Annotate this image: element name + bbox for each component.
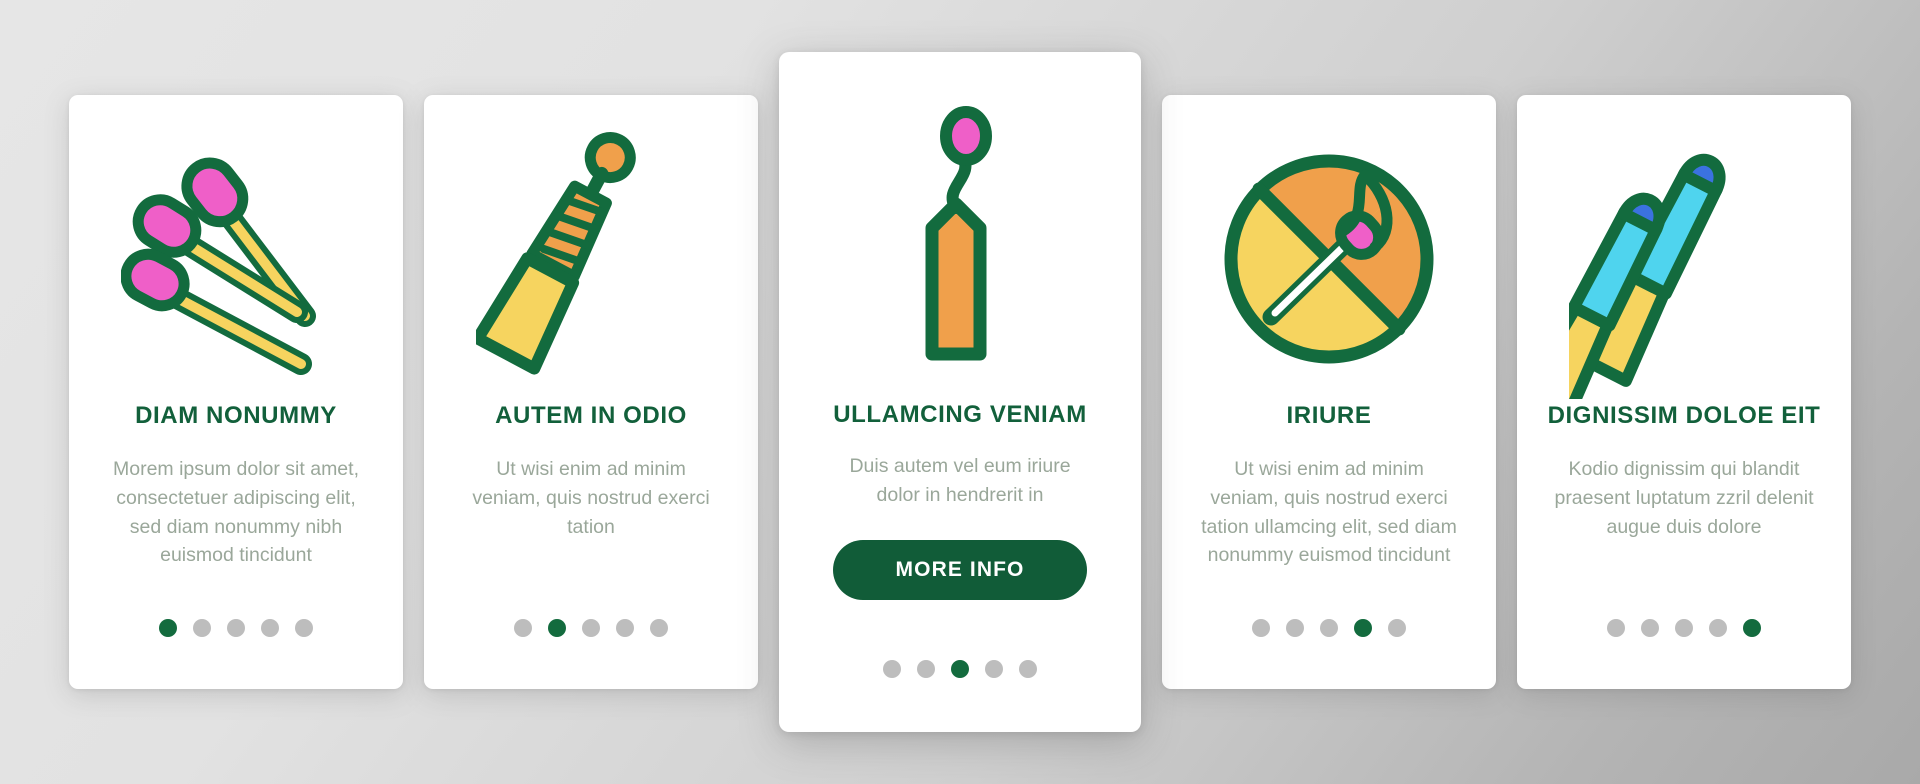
pagination-dot-1[interactable] — [1252, 619, 1270, 637]
card-title: AUTEM IN ODIO — [495, 402, 687, 429]
pagination-dot-4-active[interactable] — [1354, 619, 1372, 637]
two-blue-matches-icon — [1535, 119, 1833, 399]
pagination-dot-5[interactable] — [650, 619, 668, 637]
pagination-dot-5[interactable] — [295, 619, 313, 637]
card-description: Morem ipsum dolor sit amet, consectetuer… — [113, 458, 359, 567]
pagination-dot-1-active[interactable] — [159, 619, 177, 637]
onboarding-card-2: AUTEM IN ODIO Ut wisi enim ad minim venia… — [424, 95, 758, 689]
pagination-dot-2[interactable] — [193, 619, 211, 637]
card-title: DIGNISSIM DOLOE EIT — [1547, 402, 1821, 429]
onboarding-card-4: IRIURE Ut wisi enim ad minim veniam, quis… — [1162, 95, 1496, 689]
pagination-dot-2[interactable] — [1286, 619, 1304, 637]
card-description: Kodio dignissim qui blandit praesent lup… — [1554, 458, 1814, 538]
pagination-dot-1[interactable] — [1607, 619, 1625, 637]
pagination-dots — [69, 619, 403, 637]
onboarding-card-3: ULLAMCING VENIAM Duis autem vel eum iriur… — [779, 52, 1141, 732]
pagination-dot-4[interactable] — [985, 660, 1003, 678]
pagination-dot-5[interactable] — [1019, 660, 1037, 678]
pagination-dots — [424, 619, 758, 637]
card-description: Duis autem vel eum iriure dolor in hendr… — [849, 455, 1071, 507]
card-description: Ut wisi enim ad minim veniam, quis nostr… — [472, 458, 710, 538]
pagination-dot-3[interactable] — [1675, 619, 1693, 637]
pagination-dot-1[interactable] — [883, 660, 901, 678]
card-title: IRIURE — [1286, 402, 1372, 429]
pagination-dot-3[interactable] — [1320, 619, 1338, 637]
pagination-dot-4[interactable] — [616, 619, 634, 637]
card-title: ULLAMCING VENIAM — [833, 401, 1087, 428]
pagination-dot-3[interactable] — [582, 619, 600, 637]
pagination-dot-4[interactable] — [261, 619, 279, 637]
pagination-dots — [1162, 619, 1496, 637]
pagination-dots — [1517, 619, 1851, 637]
pagination-dot-1[interactable] — [514, 619, 532, 637]
three-matchsticks-icon — [87, 119, 385, 399]
onboarding-card-1: DIAM NONUMMY Morem ipsum dolor sit amet, … — [69, 95, 403, 689]
pagination-dots — [779, 660, 1141, 678]
torch-flare-icon — [442, 119, 740, 399]
pagination-dot-3[interactable] — [227, 619, 245, 637]
card-description: Ut wisi enim ad minim veniam, quis nostr… — [1201, 458, 1457, 567]
pagination-dot-3-active[interactable] — [951, 660, 969, 678]
more-info-button[interactable]: MORE INFO — [833, 539, 1087, 600]
pagination-dot-2[interactable] — [917, 660, 935, 678]
onboarding-screens-stage: DIAM NONUMMY Morem ipsum dolor sit amet, … — [0, 0, 1920, 784]
burning-match-smoke-icon — [797, 80, 1123, 398]
pagination-dot-2-active[interactable] — [548, 619, 566, 637]
pagination-dot-4[interactable] — [1709, 619, 1727, 637]
onboarding-card-list: DIAM NONUMMY Morem ipsum dolor sit amet, … — [60, 42, 1860, 742]
onboarding-card-5: DIGNISSIM DOLOE EIT Kodio dignissim qui b… — [1517, 95, 1851, 689]
card-title: DIAM NONUMMY — [135, 402, 337, 429]
no-matches-prohibition-icon — [1180, 119, 1478, 399]
pagination-dot-5[interactable] — [1388, 619, 1406, 637]
pagination-dot-5-active[interactable] — [1743, 619, 1761, 637]
pagination-dot-2[interactable] — [1641, 619, 1659, 637]
